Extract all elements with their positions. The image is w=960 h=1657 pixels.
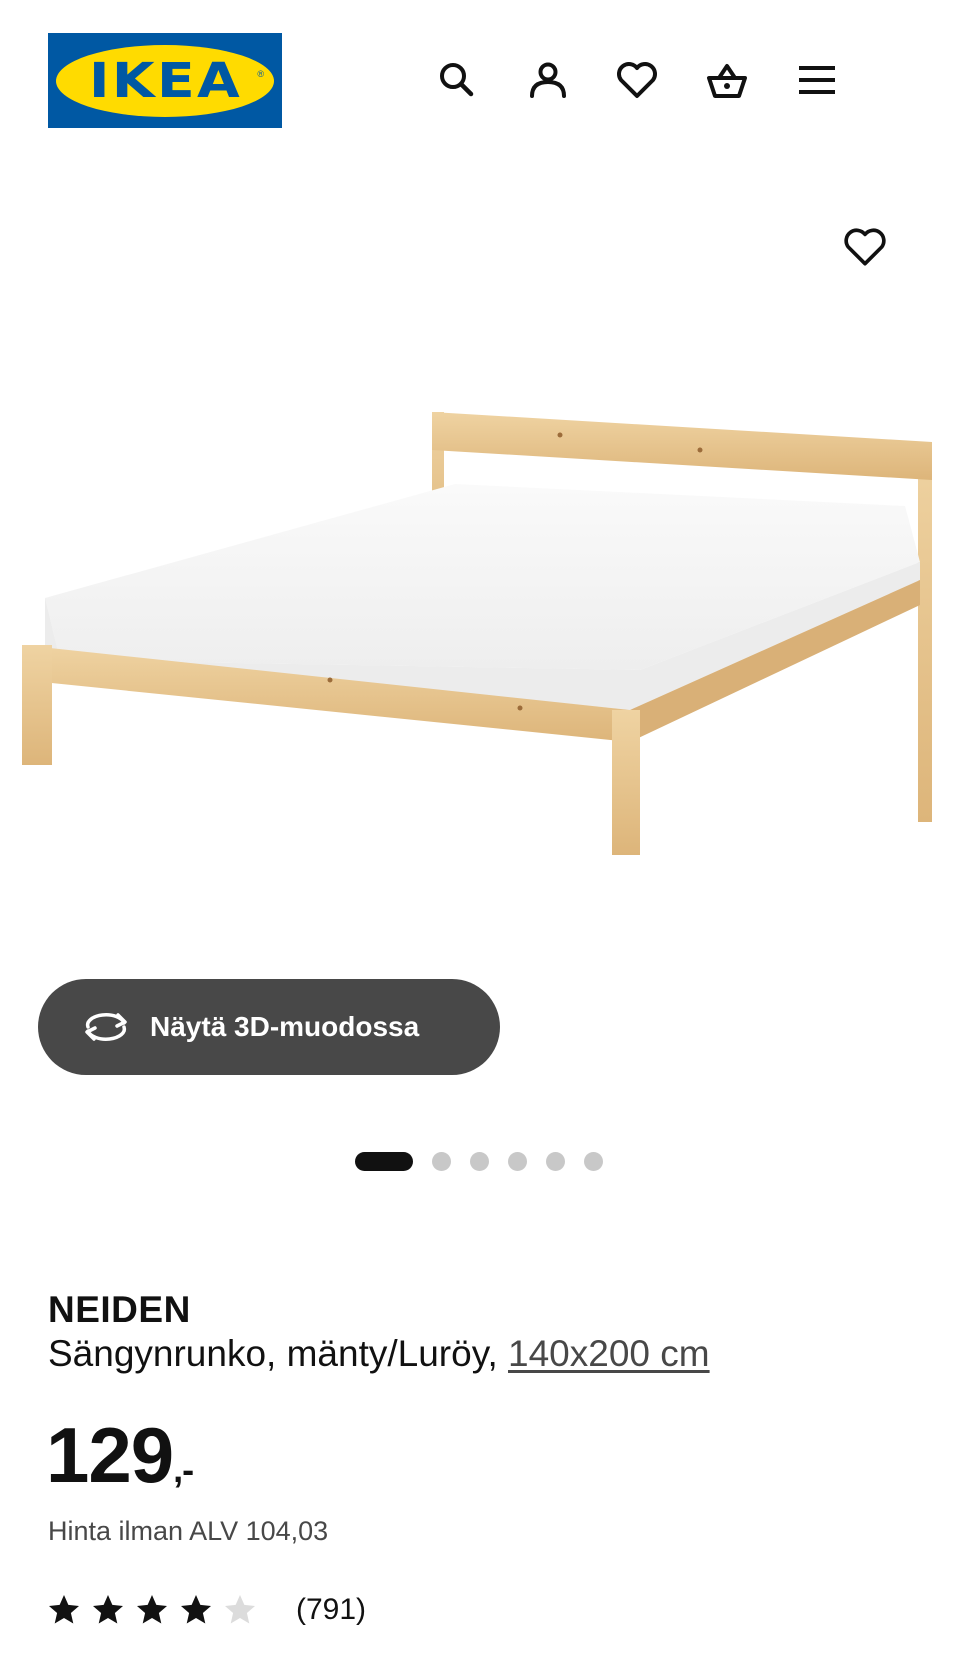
rotate-3d-icon (80, 1009, 132, 1045)
star-empty-icon (222, 1592, 258, 1628)
add-to-favourites-heart-icon[interactable] (840, 222, 890, 272)
product-price: 129,- (46, 1410, 194, 1501)
price-suffix: ,- (173, 1449, 194, 1490)
logo-registered-mark: ® (257, 69, 264, 79)
star-filled-icon (134, 1592, 170, 1628)
site-header: IKEA ® (0, 0, 960, 140)
logo-text: IKEA (88, 52, 242, 109)
price-without-vat: Hinta ilman ALV 104,03 (48, 1516, 329, 1546)
product-rating[interactable]: (791) (46, 1592, 366, 1628)
gallery-dot-6[interactable] (584, 1151, 603, 1171)
product-size-link[interactable]: 140x200 cm (508, 1333, 710, 1374)
gallery-dot-3[interactable] (470, 1151, 489, 1171)
price-value: 129 (46, 1411, 174, 1499)
gallery-pagination (355, 1150, 622, 1172)
basket-icon[interactable] (702, 55, 752, 105)
star-filled-icon (90, 1592, 126, 1628)
gallery-dot-4[interactable] (508, 1151, 527, 1171)
user-icon[interactable] (523, 55, 573, 105)
gallery-dot-2[interactable] (432, 1151, 451, 1171)
view-3d-button[interactable]: Näytä 3D-muodossa (38, 979, 500, 1075)
product-description-text: Sängynrunko, mänty/Luröy, (48, 1333, 509, 1374)
star-filled-icon (178, 1592, 214, 1628)
view-3d-label: Näytä 3D-muodossa (150, 1011, 420, 1042)
gallery-dot-1[interactable] (355, 1151, 413, 1171)
search-icon[interactable] (432, 55, 482, 105)
ikea-logo[interactable]: IKEA ® (48, 33, 282, 128)
product-image[interactable] (0, 150, 960, 980)
review-count: (791) (296, 1593, 367, 1626)
gallery-dot-5[interactable] (546, 1151, 565, 1171)
product-description: Sängynrunko, mänty/Luröy, 140x200 cm (48, 1333, 710, 1375)
star-filled-icon (46, 1592, 82, 1628)
menu-icon[interactable] (792, 55, 842, 105)
product-name: NEIDEN (48, 1289, 191, 1330)
logo-oval: IKEA (56, 44, 274, 117)
heart-icon[interactable] (612, 55, 662, 105)
